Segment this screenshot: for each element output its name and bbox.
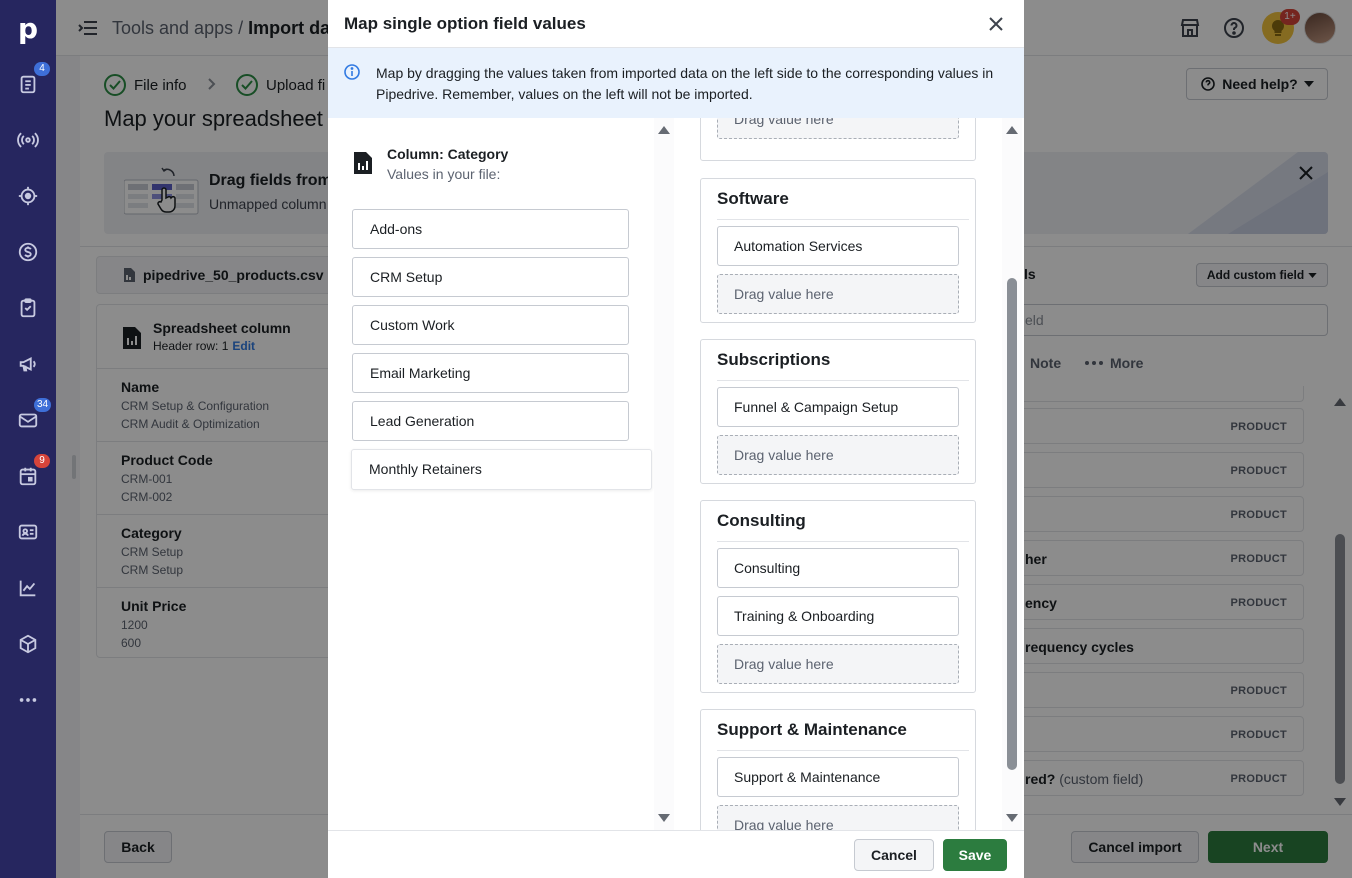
sidebar-item-calendar[interactable]: 9 (0, 454, 56, 496)
scroll-down-icon[interactable] (658, 814, 670, 822)
group-title: Consulting (717, 511, 806, 530)
cancel-button[interactable]: Cancel (854, 839, 934, 871)
more-icon (19, 698, 37, 702)
group-title: Subscriptions (717, 350, 831, 369)
sidebar-item-target[interactable] (0, 176, 56, 216)
spreadsheet-icon (354, 152, 372, 174)
mapped-value-card[interactable]: Training & Onboarding (717, 596, 959, 636)
column-title: Column: Category (387, 146, 509, 162)
calendar-badge: 9 (34, 454, 50, 468)
sidebar-item-contacts[interactable] (0, 512, 56, 552)
group-title: Software (717, 189, 789, 208)
divider (717, 750, 969, 751)
sidebar-item-products[interactable] (0, 624, 56, 664)
mapped-value-card[interactable]: Support & Maintenance (717, 757, 959, 797)
group-title: Support & Maintenance (717, 720, 907, 739)
divider (717, 219, 969, 220)
main-sidebar: p 4 34 9 (0, 0, 56, 878)
close-icon[interactable] (984, 12, 1008, 36)
deals-icon (20, 75, 36, 94)
info-icon (344, 64, 360, 80)
drop-zone[interactable]: Drag value here (717, 274, 959, 314)
modal-header: Map single option field values (328, 0, 1024, 48)
save-button[interactable]: Save (943, 839, 1007, 871)
drop-zone[interactable]: Drag value here (717, 805, 959, 830)
modal-title: Map single option field values (344, 14, 586, 33)
target-icon (18, 186, 38, 206)
column-subtitle: Values in your file: (387, 166, 501, 182)
scroll-down-icon[interactable] (1006, 814, 1018, 822)
info-banner: Map by dragging the values taken from im… (328, 48, 1024, 118)
option-group-partial: Drag value here (700, 118, 976, 161)
dollar-icon (18, 242, 38, 262)
campaigns-icon (19, 357, 36, 372)
leads-icon (17, 132, 39, 148)
deals-badge: 4 (34, 62, 50, 76)
mapped-value-card[interactable]: Consulting (717, 548, 959, 588)
source-value-card[interactable]: Lead Generation (352, 401, 629, 441)
modal-footer: Cancel Save (328, 830, 1024, 878)
sidebar-item-more[interactable] (0, 680, 56, 720)
divider (717, 541, 969, 542)
source-value-card[interactable]: Email Marketing (352, 353, 629, 393)
mail-badge: 34 (34, 398, 52, 412)
sidebar-item-deals[interactable]: 4 (0, 62, 56, 104)
scroll-up-icon[interactable] (1006, 126, 1018, 134)
mail-icon (18, 413, 38, 428)
source-value-card[interactable]: Custom Work (352, 305, 629, 345)
source-value-card[interactable]: Add-ons (352, 209, 629, 249)
sidebar-item-insights[interactable] (0, 568, 56, 608)
source-values-scrollbar[interactable] (654, 118, 674, 830)
source-values-panel: Column: Category Values in your file: Ad… (328, 118, 676, 830)
sidebar-item-tasks[interactable] (0, 288, 56, 328)
sidebar-item-mail[interactable]: 34 (0, 398, 56, 440)
dragging-value-card[interactable]: Monthly Retainers (351, 449, 652, 490)
sidebar-item-revenue[interactable] (0, 232, 56, 272)
pipedrive-logo[interactable]: p (0, 0, 56, 56)
drop-zone[interactable]: Drag value here (717, 118, 959, 139)
option-group-consulting: Consulting Consulting Training & Onboard… (700, 500, 976, 693)
option-group-subscriptions: Subscriptions Funnel & Campaign Setup Dr… (700, 339, 976, 484)
drop-zone[interactable]: Drag value here (717, 644, 959, 684)
calendar-icon (19, 467, 37, 486)
mapped-value-card[interactable]: Funnel & Campaign Setup (717, 387, 959, 427)
tasks-icon (20, 298, 36, 318)
divider (717, 380, 969, 381)
option-group-software: Software Automation Services Drag value … (700, 178, 976, 323)
products-icon (19, 634, 37, 654)
scroll-up-icon[interactable] (658, 126, 670, 134)
contacts-icon (18, 524, 38, 540)
drop-zone[interactable]: Drag value here (717, 435, 959, 475)
scroll-thumb[interactable] (1007, 278, 1017, 770)
source-value-card[interactable]: CRM Setup (352, 257, 629, 297)
map-values-modal: Map single option field values Map by dr… (328, 0, 1024, 878)
sidebar-item-campaigns[interactable] (0, 344, 56, 384)
info-text: Map by dragging the values taken from im… (376, 65, 994, 102)
target-values-panel: Drag value here Software Automation Serv… (676, 118, 1024, 830)
insights-icon (19, 580, 36, 597)
sidebar-item-leads[interactable] (0, 120, 56, 160)
option-group-support: Support & Maintenance Support & Maintena… (700, 709, 976, 830)
mapped-value-card[interactable]: Automation Services (717, 226, 959, 266)
